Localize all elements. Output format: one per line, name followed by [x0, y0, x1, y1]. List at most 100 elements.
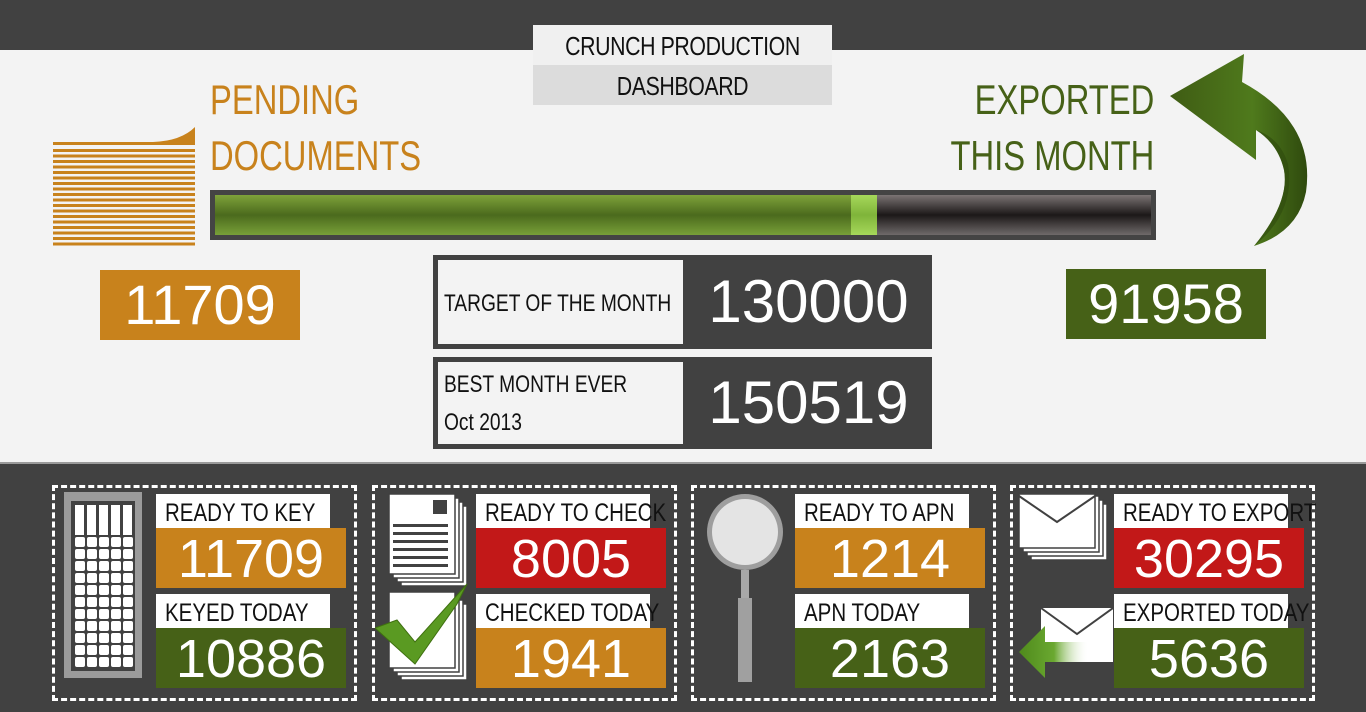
ready-to-apn-value: 1214: [795, 528, 985, 589]
document-stack-icon: [53, 127, 195, 246]
keyed-today-value: 10886: [156, 628, 346, 689]
keyboard-key: [75, 645, 85, 655]
keyboard-key: [123, 549, 133, 559]
keyboard-key: [111, 537, 121, 547]
ready-to-apn-label: READY TO APN: [795, 494, 969, 528]
keyboard-key: [87, 537, 97, 547]
exported-this-month-value: 91958: [1066, 269, 1266, 339]
progress-fill: [215, 195, 877, 235]
keyboard-key: [75, 537, 85, 547]
keyboard-key: [111, 585, 121, 595]
keyboard-key: [111, 597, 121, 607]
document-line: [53, 226, 195, 229]
keyboard-key: [99, 597, 109, 607]
title-line-2: DASHBOARD: [559, 65, 806, 105]
keyboard-key: [123, 633, 133, 643]
magnifier-icon: [707, 494, 783, 682]
keyboard-key: [111, 573, 121, 583]
keyboard-key: [123, 561, 133, 571]
keyboard-key: [99, 573, 109, 583]
keyboard-key: [75, 633, 85, 643]
ready-to-key-label: READY TO KEY: [156, 494, 330, 528]
keyboard-key: [111, 657, 121, 667]
keyboard-key: [87, 585, 97, 595]
progress-marker: [850, 195, 877, 235]
target-of-month-label: TARGET OF THE MONTH: [438, 260, 683, 344]
document-line: [53, 149, 195, 152]
keyboard-key: [87, 633, 97, 643]
best-month-value: 150519: [708, 369, 909, 436]
apn-today-label: APN TODAY: [795, 594, 969, 628]
keyboard-key: [99, 621, 109, 631]
keyboard-key: [123, 597, 133, 607]
keyboard-key: [111, 645, 121, 655]
keyboard-key: [123, 537, 133, 547]
keyboard-key: [75, 585, 85, 595]
keyboard-key: [123, 573, 133, 583]
document-line: [53, 215, 195, 218]
keyboard-key: [87, 597, 97, 607]
ready-to-export-label: READY TO EXPORT: [1114, 494, 1316, 528]
progress-track: [215, 195, 1151, 235]
document-line: [53, 165, 195, 169]
ready-to-export-value: 30295: [1114, 528, 1304, 589]
target-of-month-value: 130000: [708, 268, 909, 335]
curved-arrow-icon: [1170, 54, 1308, 246]
keyboard-key: [75, 573, 85, 583]
keyboard-key: [75, 549, 85, 559]
keyboard-key: [75, 609, 85, 619]
dashboard-title: CRUNCH PRODUCTION DASHBOARD: [533, 25, 832, 105]
keyboard-key: [87, 609, 97, 619]
document-line: [53, 231, 195, 235]
keyboard-key: [111, 633, 121, 643]
keyboard-key: [99, 657, 109, 667]
checked-today-value: 1941: [476, 628, 666, 689]
panel-apn: READY TO APN 1214 APN TODAY 2163: [691, 485, 996, 701]
keyboard-key: [99, 537, 109, 547]
panel-keying: READY TO KEY 11709 KEYED TODAY 10886: [52, 485, 357, 701]
best-month-box: BEST MONTH EVER Oct 2013 150519: [433, 357, 932, 449]
document-line: [53, 237, 195, 240]
document-line: [53, 182, 195, 185]
best-month-label: BEST MONTH EVER Oct 2013: [438, 362, 683, 444]
pending-documents-value: 11709: [100, 270, 300, 340]
keyboard-key: [75, 561, 85, 571]
keyed-today-label: KEYED TODAY: [156, 594, 330, 628]
keyboard-key: [75, 597, 85, 607]
keyboard-key: [99, 549, 109, 559]
keyboard-key: [99, 561, 109, 571]
keyboard-key: [111, 549, 121, 559]
keyboard-key: [123, 621, 133, 631]
keyboard-key: [99, 645, 109, 655]
keyboard-icon: [64, 492, 142, 678]
target-of-month-box: TARGET OF THE MONTH 130000: [433, 255, 932, 349]
document-line: [53, 209, 195, 213]
exported-today-label: EXPORTED TODAY: [1114, 594, 1309, 628]
keyboard-key: [99, 609, 109, 619]
keyboard-key: [87, 657, 97, 667]
keyboard-key: [87, 573, 97, 583]
keyboard-key: [123, 645, 133, 655]
checked-documents-icon: [375, 493, 468, 681]
keyboard-key: [123, 657, 133, 667]
document-line: [53, 193, 195, 196]
envelope-export-icon: [1018, 494, 1113, 678]
panel-export: READY TO EXPORT 30295 EXPORTED TODAY 563…: [1010, 485, 1316, 701]
keyboard-key: [123, 585, 133, 595]
keyboard-key: [87, 645, 97, 655]
keyboard-key: [99, 585, 109, 595]
keyboard-key: [87, 549, 97, 559]
monthly-progress-bar: [210, 190, 1156, 240]
exported-today-value: 5636: [1114, 628, 1304, 689]
keyboard-top-key: [87, 505, 96, 535]
document-line: [53, 171, 195, 174]
document-line: [53, 198, 195, 202]
keyboard-key: [75, 657, 85, 667]
keyboard-key: [111, 621, 121, 631]
title-line-1: CRUNCH PRODUCTION: [559, 25, 806, 65]
keyboard-top-key: [123, 505, 132, 535]
keyboard-key: [111, 609, 121, 619]
pending-documents-label: PENDING DOCUMENTS: [210, 76, 422, 179]
document-line: [53, 187, 195, 191]
document-line: [53, 204, 195, 207]
